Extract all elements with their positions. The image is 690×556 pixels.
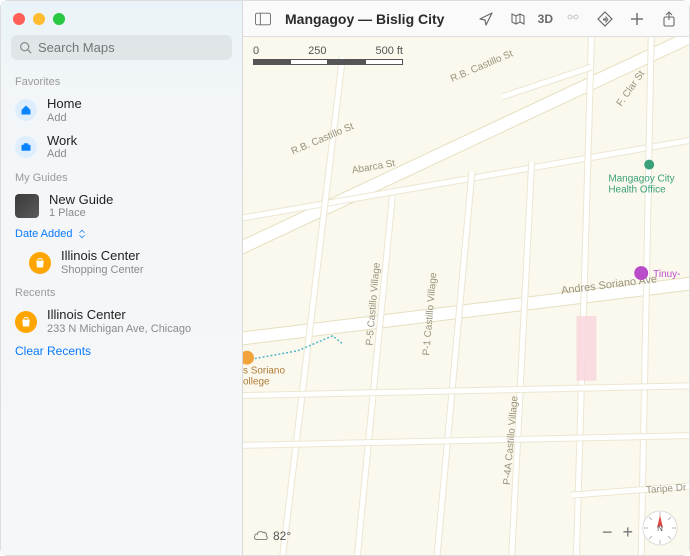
guide-place-item[interactable]: Illinois Center Shopping Center bbox=[1, 244, 242, 281]
compass-button[interactable]: N bbox=[641, 509, 679, 547]
guide-place-text: Illinois Center Shopping Center bbox=[61, 248, 144, 277]
scale-0: 0 bbox=[253, 45, 259, 57]
search-input[interactable] bbox=[38, 40, 224, 55]
search-icon bbox=[19, 41, 32, 54]
date-added-sort[interactable]: Date Added bbox=[1, 224, 242, 244]
briefcase-icon bbox=[15, 136, 37, 158]
directions-button[interactable] bbox=[593, 7, 617, 31]
window-controls bbox=[1, 9, 242, 35]
guide-title: New Guide bbox=[49, 192, 113, 208]
guide-place-sub: Shopping Center bbox=[61, 264, 144, 277]
main-pane: Mangagoy — Bislig City 3D bbox=[243, 1, 689, 555]
favorite-title: Home bbox=[47, 96, 82, 112]
favorite-work[interactable]: Work Add bbox=[1, 129, 242, 166]
sort-toggle-icon bbox=[77, 229, 87, 239]
search-container bbox=[1, 35, 242, 70]
clear-recents-label: Clear Recents bbox=[15, 344, 91, 358]
scale-1: 250 bbox=[308, 45, 326, 57]
zoom-out-button[interactable]: − bbox=[602, 522, 613, 543]
recents-header: Recents bbox=[1, 281, 242, 303]
road-label: R.B. Castillo St bbox=[290, 121, 356, 157]
favorite-work-text: Work Add bbox=[47, 133, 77, 162]
shopping-icon bbox=[29, 252, 51, 274]
favorite-sub: Add bbox=[47, 148, 77, 161]
recent-title: Illinois Center bbox=[47, 307, 191, 323]
favorite-sub: Add bbox=[47, 112, 82, 125]
share-button[interactable] bbox=[657, 7, 681, 31]
weather-temp: 82° bbox=[273, 529, 291, 543]
cloud-icon bbox=[253, 529, 269, 543]
clear-recents-button[interactable]: Clear Recents bbox=[1, 340, 242, 362]
shopping-icon bbox=[15, 311, 37, 333]
app-window: Favorites Home Add Work Add My Guides Ne… bbox=[1, 1, 689, 555]
guide-place-title: Illinois Center bbox=[61, 248, 144, 264]
sidebar-toggle-button[interactable] bbox=[251, 7, 275, 31]
weather-badge[interactable]: 82° bbox=[253, 529, 291, 543]
svg-text:s Sorianoollege: s Sorianoollege bbox=[243, 366, 285, 388]
map-canvas[interactable]: R.B. Castillo St R.B. Castillo St Abarca… bbox=[243, 37, 689, 555]
3d-toggle-button[interactable]: 3D bbox=[538, 12, 553, 26]
road-label: Taripe Dr bbox=[646, 482, 688, 496]
poi-tinuy[interactable]: Tinuy- bbox=[634, 266, 680, 280]
guide-thumbnail-icon bbox=[15, 194, 39, 218]
favorites-header: Favorites bbox=[1, 70, 242, 92]
favorite-title: Work bbox=[47, 133, 77, 149]
map-svg: R.B. Castillo St R.B. Castillo St Abarca… bbox=[243, 37, 689, 555]
recent-sub: 233 N Michigan Ave, Chicago bbox=[47, 323, 191, 336]
poi-health[interactable]: Mangagoy CityHealth Office bbox=[608, 160, 674, 196]
sidebar: Favorites Home Add Work Add My Guides Ne… bbox=[1, 1, 243, 555]
recent-text: Illinois Center 233 N Michigan Ave, Chic… bbox=[47, 307, 191, 336]
guide-text: New Guide 1 Place bbox=[49, 192, 113, 221]
scale-bar: 0 250 500 ft bbox=[253, 45, 403, 67]
guide-item[interactable]: New Guide 1 Place bbox=[1, 188, 242, 225]
close-window-button[interactable] bbox=[13, 13, 25, 25]
road-label: R.B. Castillo St bbox=[449, 48, 515, 84]
svg-text:Mangagoy CityHealth Office: Mangagoy CityHealth Office bbox=[608, 174, 674, 196]
recent-item[interactable]: Illinois Center 233 N Michigan Ave, Chic… bbox=[1, 303, 242, 340]
guides-header: My Guides bbox=[1, 166, 242, 188]
zoom-controls: − + bbox=[602, 522, 633, 543]
svg-text:Tinuy-: Tinuy- bbox=[653, 269, 680, 280]
search-field[interactable] bbox=[11, 35, 232, 60]
compass-label: N bbox=[657, 524, 663, 533]
page-title: Mangagoy — Bislig City bbox=[285, 11, 444, 27]
guide-sub: 1 Place bbox=[49, 207, 113, 220]
scale-2: 500 ft bbox=[375, 45, 403, 57]
maximize-window-button[interactable] bbox=[53, 13, 65, 25]
locate-button[interactable] bbox=[474, 7, 498, 31]
home-icon bbox=[15, 99, 37, 121]
map-mode-button[interactable] bbox=[506, 7, 530, 31]
add-button[interactable] bbox=[625, 7, 649, 31]
zoom-in-button[interactable]: + bbox=[622, 522, 633, 543]
favorite-home-text: Home Add bbox=[47, 96, 82, 125]
minimize-window-button[interactable] bbox=[33, 13, 45, 25]
favorite-home[interactable]: Home Add bbox=[1, 92, 242, 129]
toolbar: Mangagoy — Bislig City 3D bbox=[243, 1, 689, 37]
date-added-label: Date Added bbox=[15, 228, 73, 240]
look-around-button[interactable] bbox=[561, 7, 585, 31]
